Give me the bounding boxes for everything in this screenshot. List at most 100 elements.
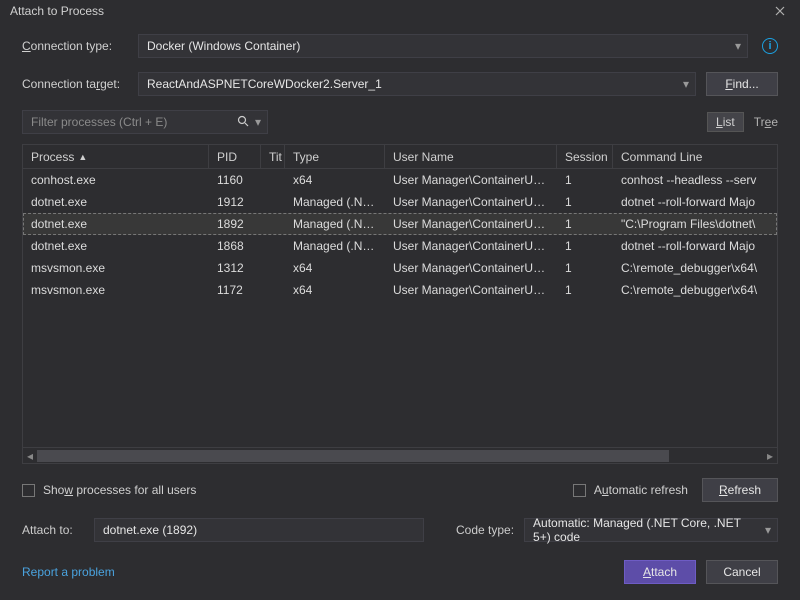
col-user[interactable]: User Name [385,145,557,168]
search-icon [237,115,249,130]
col-type[interactable]: Type [285,145,385,168]
cell: 1 [557,239,613,253]
table-row[interactable]: dotnet.exe1912 Managed (.NE...User Manage… [23,191,777,213]
table-row[interactable]: msvsmon.exe1312 x64User Manager\Container… [23,257,777,279]
auto-refresh-label: Automatic refresh [594,483,688,497]
cell: dotnet --roll-forward Majo [613,195,777,209]
code-type-label: Code type: [456,523,514,537]
show-all-users-checkbox[interactable]: Show processes for all users [22,483,196,497]
cell: x64 [285,283,385,297]
cell: 1868 [209,239,261,253]
show-all-users-label: Show processes for all users [43,483,196,497]
cell: msvsmon.exe [23,283,209,297]
connection-target-combo[interactable]: ReactAndASPNETCoreWDocker2.Server_1 ▾ [138,72,696,96]
info-icon[interactable]: i [762,38,778,54]
refresh-button[interactable]: Refresh [702,478,778,502]
dialog-title: Attach to Process [10,4,766,18]
connection-target-row: Connection target: ReactAndASPNETCoreWDo… [22,72,778,96]
attach-to-label: Attach to: [22,523,84,537]
attach-to-value: dotnet.exe (1892) [103,523,197,537]
process-table: Process ▲ PID Tit Type User Name Session… [22,144,778,464]
titlebar: Attach to Process [0,0,800,22]
connection-target-value: ReactAndASPNETCoreWDocker2.Server_1 [147,77,382,91]
connection-type-label: Connection type: [22,39,128,53]
scroll-thumb[interactable] [37,450,669,462]
cell: 1160 [209,173,261,187]
col-process[interactable]: Process ▲ [23,145,209,168]
footer: Report a problem Attach Cancel [22,560,778,600]
connection-type-value: Docker (Windows Container) [147,39,300,53]
attach-button[interactable]: Attach [624,560,696,584]
connection-target-label: Connection target: [22,77,128,91]
find-button[interactable]: Find... [706,72,778,96]
close-icon [775,6,785,16]
cell: x64 [285,261,385,275]
code-type-value: Automatic: Managed (.NET Core, .NET 5+) … [533,516,755,544]
table-row[interactable]: dotnet.exe1892 Managed (.NE...User Manage… [23,213,777,235]
chevron-down-icon: ▾ [765,523,771,537]
cell: conhost --headless --serv [613,173,777,187]
cell: 1912 [209,195,261,209]
col-pid[interactable]: PID [209,145,261,168]
cell: User Manager\ContainerUser [385,217,557,231]
cell: msvsmon.exe [23,261,209,275]
cell: 1172 [209,283,261,297]
cell: Managed (.NE... [285,217,385,231]
table-row[interactable]: msvsmon.exe1172 x64User Manager\Container… [23,279,777,301]
cell: 1 [557,195,613,209]
cancel-button[interactable]: Cancel [706,560,778,584]
cell: 1 [557,283,613,297]
cell: 1 [557,217,613,231]
code-type-combo[interactable]: Automatic: Managed (.NET Core, .NET 5+) … [524,518,778,542]
cell: dotnet.exe [23,217,209,231]
cell: 1 [557,173,613,187]
cell: Managed (.NE... [285,239,385,253]
checkbox-icon [22,484,35,497]
chevron-down-icon: ▾ [683,77,689,91]
cell: 1892 [209,217,261,231]
scroll-track[interactable] [37,450,763,462]
list-view-button[interactable]: List [707,112,744,132]
cell: User Manager\ContainerUser [385,283,557,297]
cell: C:\remote_debugger\x64\ [613,261,777,275]
scroll-right-arrow[interactable]: ▸ [763,449,777,463]
cell: Managed (.NE... [285,195,385,209]
sort-asc-icon: ▲ [78,152,87,162]
cell: x64 [285,173,385,187]
connection-type-row: Connection type: Docker (Windows Contain… [22,34,778,58]
cell: "C:\Program Files\dotnet\ [613,217,777,231]
table-body: conhost.exe1160x64User Manager\Container… [23,169,777,447]
tree-view-button[interactable]: Tree [754,115,778,129]
chevron-down-icon: ▾ [735,39,741,53]
checkbox-icon [573,484,586,497]
table-header: Process ▲ PID Tit Type User Name Session… [23,145,777,169]
scroll-left-arrow[interactable]: ◂ [23,449,37,463]
col-title[interactable]: Tit [261,145,285,168]
attach-to-field[interactable]: dotnet.exe (1892) [94,518,424,542]
cell: dotnet.exe [23,239,209,253]
cell: User Manager\ContainerUser [385,195,557,209]
cell: dotnet.exe [23,195,209,209]
col-session[interactable]: Session [557,145,613,168]
horizontal-scrollbar[interactable]: ◂ ▸ [23,447,777,463]
cell: 1312 [209,261,261,275]
filter-placeholder: Filter processes (Ctrl + E) [31,115,167,129]
chevron-down-icon[interactable]: ▾ [255,115,261,129]
col-cmd[interactable]: Command Line [613,145,777,168]
cell: User Manager\ContainerUser [385,239,557,253]
report-problem-link[interactable]: Report a problem [22,565,115,579]
table-row[interactable]: dotnet.exe1868 Managed (.NE...User Manage… [23,235,777,257]
auto-refresh-checkbox[interactable]: Automatic refresh [573,483,688,497]
table-row[interactable]: conhost.exe1160 x64User Manager\Container… [23,169,777,191]
cell: User Manager\ContainerUser [385,173,557,187]
cell: 1 [557,261,613,275]
attach-to-process-dialog: Attach to Process Connection type: Docke… [0,0,800,600]
cell: User Manager\ContainerUser [385,261,557,275]
cell: C:\remote_debugger\x64\ [613,283,777,297]
connection-type-combo[interactable]: Docker (Windows Container) ▾ [138,34,748,58]
filter-row: Filter processes (Ctrl + E) ▾ List Tree [22,110,778,134]
filter-input[interactable]: Filter processes (Ctrl + E) ▾ [22,110,268,134]
cell: conhost.exe [23,173,209,187]
close-button[interactable] [766,1,794,21]
attach-row: Attach to: dotnet.exe (1892) Code type: … [22,518,778,542]
